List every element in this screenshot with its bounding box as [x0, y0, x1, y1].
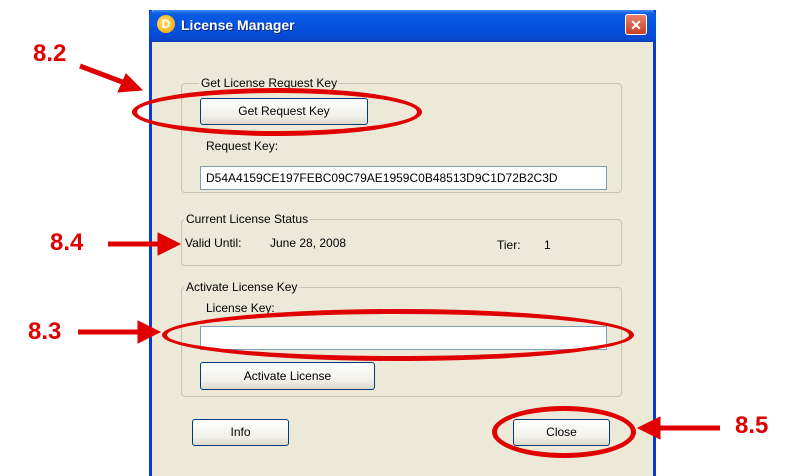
arrow-8-2-head: [117, 73, 144, 93]
arrow-8-4-head: [157, 232, 182, 256]
arrow-8-3-head: [137, 320, 162, 344]
arrow-8-5-head: [636, 416, 661, 440]
annotation-arrows: [78, 63, 720, 440]
arrow-8-2: [79, 63, 126, 86]
